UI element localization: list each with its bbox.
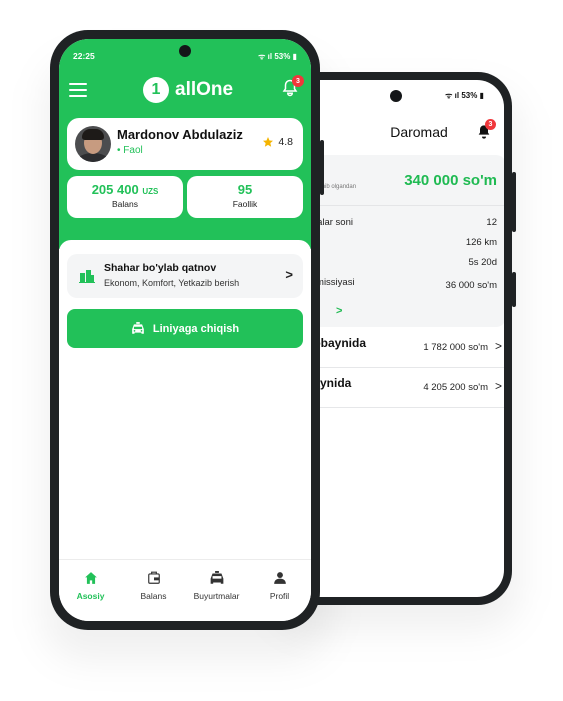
list-item[interactable]: nobaynida ma 1 782 000 so'm > (306, 328, 504, 368)
home-icon (84, 572, 97, 584)
notification-button[interactable]: 3 (281, 75, 304, 102)
hamburger-icon (69, 89, 87, 91)
side-button (512, 272, 516, 307)
chevron-right-icon: > (285, 267, 293, 282)
row-value: 5s 20d (468, 257, 497, 268)
balance-stat[interactable]: 205 400 UZS Balans (67, 176, 183, 218)
status-badge: • Faol (117, 145, 143, 156)
building-icon (79, 270, 95, 283)
chevron-right-icon: > (494, 339, 502, 353)
summary-row: rmalar soni 12 (306, 217, 497, 228)
row-value: 36 000 so'm (445, 280, 497, 291)
logo-mark: 1 (143, 77, 169, 103)
notification-badge: 3 (485, 119, 496, 130)
status-bar-icons: ᯤ ıl 53% ▮ (445, 91, 484, 100)
menu-button[interactable] (69, 83, 87, 97)
notification-button[interactable]: 3 (476, 119, 496, 145)
service-subtitle: Ekonom, Komfort, Yetkazib berish (104, 278, 240, 288)
list-item-value: 4 205 200 so'm (423, 382, 488, 393)
activity-stat[interactable]: 95 Faollik (187, 176, 303, 218)
stat-unit: UZS (142, 187, 159, 196)
bottom-tab-bar: Asosiy Balans Buyurtmalar Profil (59, 559, 311, 621)
tab-label: Buyurtmalar (193, 591, 240, 601)
chevron-right-icon[interactable]: > (336, 305, 342, 317)
hamburger-icon (69, 95, 87, 97)
summary-row: 5s 20d (306, 257, 497, 268)
hamburger-icon (69, 83, 87, 85)
row-value: 12 (486, 217, 497, 228)
list-item[interactable]: baynida rtma 4 205 200 so'm > (306, 368, 504, 408)
stat-value-group: 205 400 UZS (67, 182, 183, 197)
city-ride-service[interactable]: Shahar bo'ylab qatnov Ekonom, Komfort, Y… (67, 254, 303, 298)
camera-icon (179, 45, 191, 57)
chevron-right-icon: > (494, 379, 502, 393)
profile-name: Mardonov Abdulaziz (117, 127, 243, 142)
star-icon (263, 137, 274, 147)
profile-card[interactable]: Mardonov Abdulaziz • Faol 4.8 (67, 118, 303, 170)
go-online-label: Liniyaga chiqish (152, 322, 240, 335)
stat-value: 205 400 (91, 182, 139, 197)
summary-row: a 126 km (306, 237, 497, 248)
tab-label: Asosiy (76, 591, 105, 601)
tab-label: Profil (269, 591, 290, 601)
front-phone-screen: 22:25 ᯤ ıl 53% ▮ 1 allOne 3 Mardonov Abd… (59, 39, 311, 621)
side-button (320, 140, 324, 195)
tab-balance[interactable]: Balans (122, 560, 185, 621)
rating: 4.8 (262, 136, 293, 148)
go-online-button[interactable]: Liniyaga chiqish (67, 309, 303, 348)
stat-label: Faollik (232, 199, 258, 209)
rating-value: 4.8 (278, 136, 293, 148)
summary-amount: 340 000 so'm (404, 172, 497, 189)
camera-icon (390, 90, 402, 102)
user-icon (273, 572, 286, 584)
tab-orders[interactable]: Buyurtmalar (185, 560, 248, 621)
tab-home[interactable]: Asosiy (59, 560, 122, 621)
logo-text: allOne (175, 79, 234, 100)
tab-label: Balans (140, 591, 167, 601)
status-time: 22:25 (73, 51, 95, 61)
status-bar-icons: ᯤ ıl 53% ▮ (258, 52, 297, 61)
taxi-icon (132, 322, 144, 334)
summary-row: komissiyasi 0% 36 000 so'm (306, 277, 497, 296)
income-summary-card: n ni yechib olgandan 340 000 so'm rmalar… (306, 155, 504, 327)
notification-badge: 3 (292, 75, 304, 87)
stat-value: 95 (237, 182, 253, 197)
car-icon (210, 571, 223, 584)
app-logo: 1 allOne (143, 77, 233, 103)
list-item-value: 1 782 000 so'm (423, 342, 488, 353)
divider (306, 205, 504, 206)
row-value: 126 km (465, 237, 497, 248)
tab-profile[interactable]: Profil (248, 560, 311, 621)
service-title: Shahar bo'ylab qatnov (104, 262, 217, 274)
stat-label: Balans (112, 199, 138, 209)
front-phone: 22:25 ᯤ ıl 53% ▮ 1 allOne 3 Mardonov Abd… (50, 30, 324, 630)
avatar (75, 126, 111, 162)
side-button (512, 172, 516, 232)
stage: ᯤ ıl 53% ▮ Daromad 3 n ni yechib olganda… (0, 0, 563, 701)
wallet-icon (147, 571, 160, 584)
